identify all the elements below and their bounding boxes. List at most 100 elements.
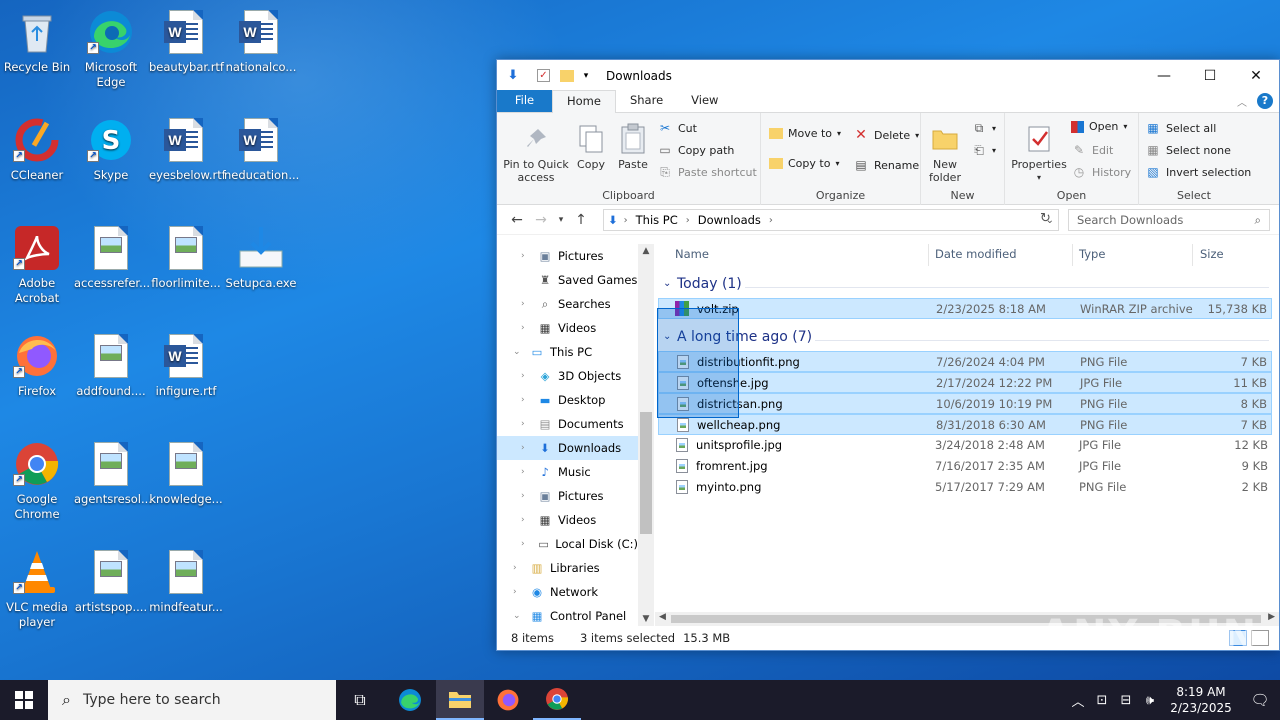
address-bar[interactable]: ⬇ › This PC › Downloads › ⌄ — [603, 209, 1059, 231]
file-row[interactable]: volt.zip 2/23/2025 8:18 AM WinRAR ZIP arch… — [658, 298, 1272, 319]
expand-chevron-icon[interactable]: › — [521, 251, 525, 261]
copy-to-button[interactable]: Copy to ▾ — [769, 157, 839, 170]
nav-item-local-disk-c[interactable]: › ▭ Local Disk (C:) — [497, 532, 638, 556]
nav-item-3d-objects[interactable]: › ◈ 3D Objects — [497, 364, 638, 388]
taskbar-chrome[interactable] — [533, 680, 581, 720]
tab-file[interactable]: File — [497, 90, 552, 112]
expand-chevron-icon[interactable]: › — [513, 563, 517, 573]
taskbar-edge[interactable] — [386, 680, 434, 720]
desktop-icon-nationalco[interactable]: W nationalco... — [224, 8, 298, 75]
scroll-up-icon[interactable]: ▲ — [638, 246, 654, 256]
nav-item-searches[interactable]: › ⌕ Searches — [497, 292, 638, 316]
expand-chevron-icon[interactable]: › — [521, 491, 525, 501]
expand-chevron-icon[interactable]: › — [521, 371, 525, 381]
desktop-icon-beautybar[interactable]: W beautybar.rtf — [149, 8, 224, 75]
invert-selection-button[interactable]: ▧ Invert selection — [1145, 164, 1251, 180]
notifications-icon[interactable]: 🗨 — [1240, 691, 1280, 709]
help-icon[interactable]: ? — [1257, 93, 1273, 109]
volume-icon[interactable]: 🕪 — [1138, 693, 1162, 708]
expand-chevron-icon[interactable]: › — [513, 587, 517, 597]
history-button[interactable]: ◷ History — [1071, 164, 1131, 180]
task-view-button[interactable]: ⧉ — [336, 680, 384, 720]
expand-chevron-icon[interactable]: › — [521, 515, 525, 525]
paste-shortcut-button[interactable]: ⎘ Paste shortcut — [657, 164, 757, 180]
nav-item-network[interactable]: › ◉ Network — [497, 580, 638, 604]
cut-button[interactable]: ✂ Cut — [657, 120, 697, 136]
scroll-left-icon[interactable]: ◀ — [659, 612, 666, 622]
column-name[interactable]: Name — [675, 247, 709, 261]
close-button[interactable]: ✕ — [1233, 60, 1279, 91]
nav-item-music[interactable]: › ♪ Music — [497, 460, 638, 484]
desktop-icon-artistspop[interactable]: artistspop.... — [74, 548, 148, 615]
desktop-icon-adobe-acrobat[interactable]: ↗ Adobe Acrobat — [0, 224, 74, 306]
desktop-icon-addfound[interactable]: addfound.... — [74, 332, 148, 399]
desktop-icon-knowledge[interactable]: knowledge... — [149, 440, 223, 507]
desktop-icon-floorlimite[interactable]: floorlimite... — [149, 224, 223, 291]
move-to-button[interactable]: Move to ▾ — [769, 127, 841, 140]
refresh-button[interactable]: ↻ — [1040, 211, 1051, 226]
scrollbar-thumb[interactable] — [640, 412, 652, 534]
expand-chevron-icon[interactable]: › — [521, 419, 525, 429]
expand-chevron-icon[interactable]: › — [521, 443, 525, 453]
file-row[interactable]: districtsan.png 10/6/2019 10:19 PM PNG Fil… — [658, 393, 1272, 414]
expand-chevron-icon[interactable]: › — [521, 539, 525, 549]
file-group-header[interactable]: ⌄ Today (1) — [655, 274, 1279, 298]
recent-locations-button[interactable]: ▾ — [553, 215, 569, 225]
copy-button[interactable]: Copy — [573, 123, 609, 171]
tab-home[interactable]: Home — [552, 90, 616, 113]
open-button[interactable]: Open ▾ — [1071, 120, 1127, 133]
clock[interactable]: 8:19 AM 2/23/2025 — [1162, 684, 1240, 716]
collapse-chevron-icon[interactable]: ⌄ — [513, 611, 521, 621]
minimize-button[interactable]: — — [1141, 60, 1187, 91]
desktop-icon-mindfeatur[interactable]: mindfeatur... — [149, 548, 223, 615]
delete-button[interactable]: ✕ Delete ▾ — [853, 127, 919, 143]
new-folder-icon[interactable] — [560, 69, 574, 82]
maximize-button[interactable]: ☐ — [1187, 60, 1233, 91]
edit-button[interactable]: ✎ Edit — [1071, 142, 1113, 158]
desktop-icon-ccleaner[interactable]: ↗ CCleaner — [0, 116, 74, 183]
desktop-icon-neducation[interactable]: W neducation... — [224, 116, 299, 183]
start-button[interactable] — [0, 680, 48, 720]
nav-item-pictures[interactable]: › ▣ Pictures — [497, 244, 638, 268]
taskbar-firefox[interactable] — [484, 680, 532, 720]
column-size[interactable]: Size — [1200, 247, 1224, 261]
nav-item-control-panel[interactable]: ⌄ ▦ Control Panel — [497, 604, 638, 626]
forward-button[interactable]: → — [529, 212, 553, 228]
desktop-icon-recycle-bin[interactable]: Recycle Bin — [0, 8, 74, 75]
nav-item-desktop[interactable]: › ▬ Desktop — [497, 388, 638, 412]
network-icon[interactable]: ⊟ — [1114, 693, 1138, 708]
new-folder-button[interactable]: New folder — [927, 123, 963, 184]
up-button[interactable]: ↑ — [569, 212, 593, 228]
file-group-header[interactable]: ⌄ A long time ago (7) — [655, 327, 1279, 351]
select-all-button[interactable]: ▦ Select all — [1145, 120, 1216, 136]
desktop-icon-eyesbelow[interactable]: W eyesbelow.rtf — [149, 116, 226, 183]
breadcrumb-this-pc[interactable]: This PC — [636, 213, 678, 227]
desktop-icon-microsoft-edge[interactable]: ↗ Microsoft Edge — [74, 8, 148, 90]
nav-item-saved-games[interactable]: ♜ Saved Games — [497, 268, 638, 292]
nav-item-documents[interactable]: › ▤ Documents — [497, 412, 638, 436]
desktop-icon-skype[interactable]: S ↗ Skype — [74, 116, 148, 183]
tab-view[interactable]: View — [677, 90, 732, 112]
desktop-icon-firefox[interactable]: ↗ Firefox — [0, 332, 74, 399]
column-date-modified[interactable]: Date modified — [935, 247, 1017, 261]
properties-checkbox-icon[interactable]: ✓ — [537, 69, 550, 82]
file-row[interactable]: oftenshe.jpg 2/17/2024 12:22 PM JPG File 11… — [658, 372, 1272, 393]
properties-button[interactable]: Properties ▾ — [1009, 123, 1069, 184]
tab-share[interactable]: Share — [616, 90, 677, 112]
select-none-button[interactable]: ▦ Select none — [1145, 142, 1231, 158]
scroll-down-icon[interactable]: ▼ — [638, 614, 654, 624]
taskbar-search-box[interactable]: ⌕ Type here to search — [48, 680, 336, 720]
collapse-chevron-icon[interactable]: ⌄ — [513, 347, 521, 357]
new-item-button[interactable]: ⧉ ▾ — [971, 120, 996, 136]
breadcrumb-downloads[interactable]: Downloads — [698, 213, 761, 227]
nav-item-this-pc[interactable]: ⌄ ▭ This PC — [497, 340, 638, 364]
desktop-icon-google-chrome[interactable]: ↗ Google Chrome — [0, 440, 74, 522]
network-adapter-icon[interactable]: ⊡ — [1090, 693, 1114, 708]
expand-chevron-icon[interactable]: › — [521, 395, 525, 405]
back-button[interactable]: ← — [505, 212, 529, 228]
search-input[interactable]: Search Downloads ⌕ — [1068, 209, 1270, 231]
desktop-icon-infigure[interactable]: W infigure.rtf — [149, 332, 223, 399]
file-row[interactable]: wellcheap.png 8/31/2018 6:30 AM PNG File 7 … — [658, 414, 1272, 435]
pin-to-quick-access-button[interactable]: Pin to Quick access — [503, 123, 569, 184]
nav-item-downloads[interactable]: › ⬇ Downloads — [497, 436, 638, 460]
